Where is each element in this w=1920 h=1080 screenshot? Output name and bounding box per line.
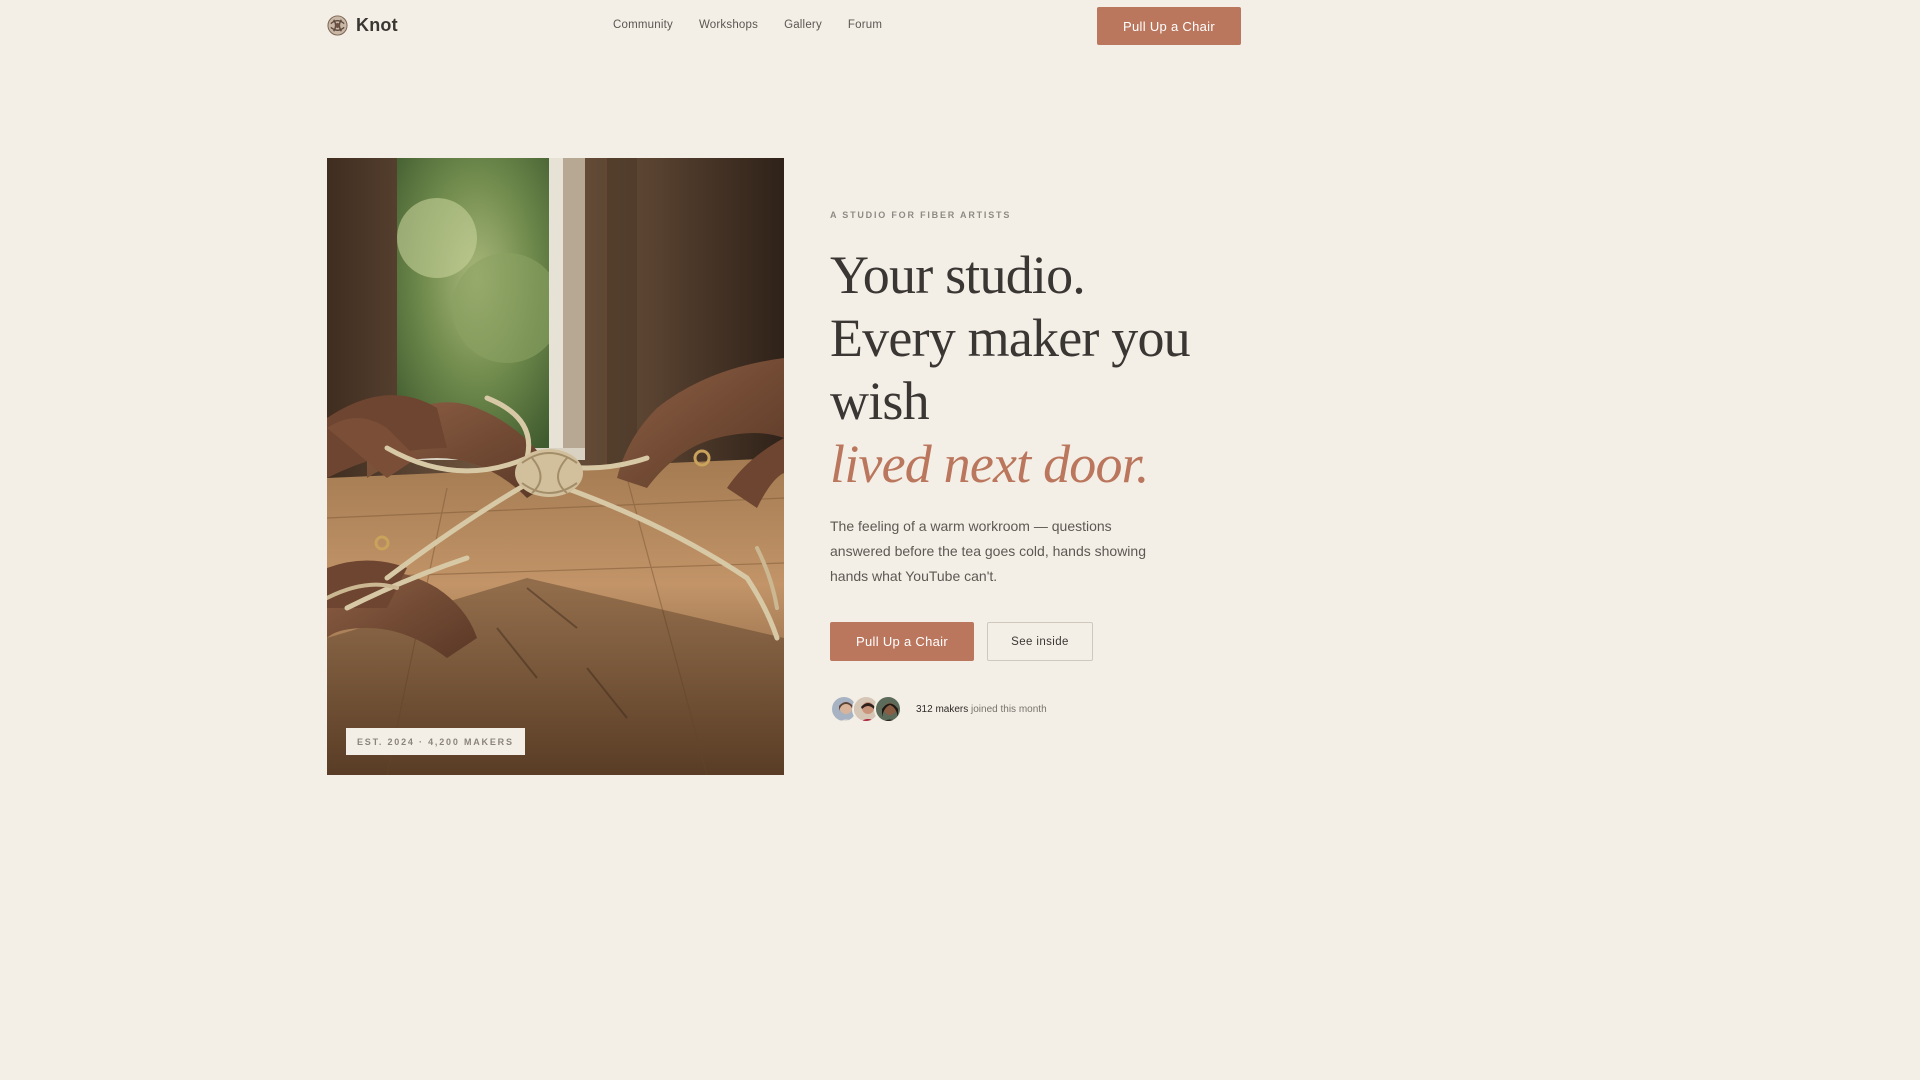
social-proof-text: 312 makers joined this month	[916, 704, 1047, 715]
member-avatars	[830, 695, 902, 723]
headline-accent: lived next door.	[830, 434, 1149, 494]
headline-line-1: Your studio.	[830, 245, 1086, 305]
established-badge: EST. 2024 · 4,200 MAKERS	[346, 728, 525, 755]
nav-link-gallery[interactable]: Gallery	[784, 19, 822, 31]
brand-logo-link[interactable]: Knot	[327, 15, 398, 36]
headline-line-2: Every maker you wish	[830, 308, 1191, 431]
nav-link-forum[interactable]: Forum	[848, 19, 882, 31]
nav-link-community[interactable]: Community	[613, 19, 673, 31]
see-inside-button[interactable]: See inside	[987, 622, 1093, 661]
social-proof-count: 312 makers	[916, 703, 969, 715]
hero-eyebrow: A STUDIO FOR FIBER ARTISTS	[830, 210, 1012, 220]
social-proof-suffix: joined this month	[968, 703, 1047, 715]
hero-pull-up-chair-button[interactable]: Pull Up a Chair	[830, 622, 974, 661]
main-nav: Community Workshops Gallery Forum	[613, 19, 882, 31]
hero-headline: Your studio. Every maker you wish lived …	[830, 244, 1230, 496]
header-pull-up-chair-button[interactable]: Pull Up a Chair	[1097, 7, 1241, 45]
avatar	[874, 695, 902, 723]
knot-logo-icon	[327, 15, 348, 36]
social-proof: 312 makers joined this month	[830, 695, 1047, 723]
landing-page: Knot Community Workshops Gallery Forum P…	[0, 0, 1568, 882]
hero-image: EST. 2024 · 4,200 MAKERS	[327, 158, 784, 775]
hero-description: The feeling of a warm workroom — questio…	[830, 518, 1146, 584]
nav-link-workshops[interactable]: Workshops	[699, 19, 758, 31]
site-header: Knot Community Workshops Gallery Forum P…	[0, 0, 1568, 52]
brand-name: Knot	[356, 15, 398, 35]
hands-tying-rope-photo	[327, 158, 784, 775]
person-avatar-icon	[876, 697, 900, 721]
